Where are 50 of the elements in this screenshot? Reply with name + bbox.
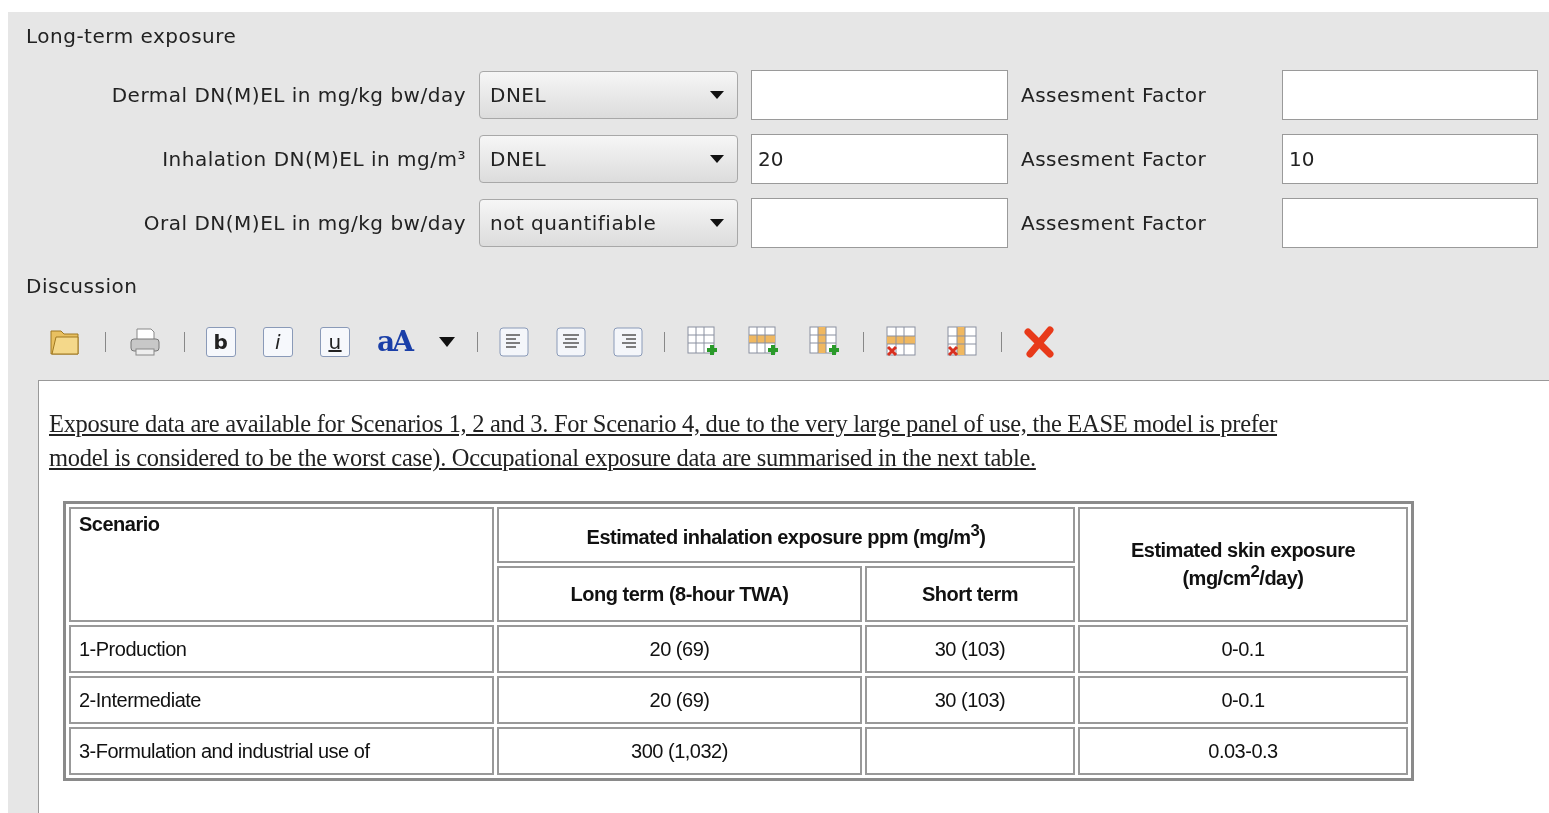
- dropdown[interactable]: DNEL: [479, 135, 738, 183]
- table-cell: 30 (103): [865, 625, 1075, 673]
- caret-icon[interactable]: [437, 336, 456, 348]
- paragraph-line: model is considered to be the worst case). Occupational exposure data are summarised in the next table.: [49, 443, 1037, 474]
- input-field[interactable]: [1282, 198, 1538, 248]
- paragraph-line: Exposure data are available for Scenarios 1, 2 and 3. For Scenario 4, due to the very large panel of use, the EASE model is prefer: [49, 409, 1279, 439]
- table-header: Short term: [865, 566, 1075, 622]
- table-cell: 300 (1,032): [497, 727, 862, 775]
- table-delete-icon[interactable]: [884, 325, 919, 359]
- align-icon[interactable]: [555, 327, 586, 357]
- dropdown[interactable]: DNEL: [479, 71, 738, 119]
- table-cell: 2-Intermediate: [69, 676, 494, 724]
- table-header: Scenario: [69, 507, 494, 622]
- table-cell: 0-0.1: [1078, 625, 1408, 673]
- input-field[interactable]: 20: [751, 134, 1008, 184]
- section-title: Discussion: [25, 273, 139, 300]
- field-label: Inhalation DN(M)EL in mg/m³: [161, 147, 466, 171]
- dropdown[interactable]: not quantifiable: [479, 199, 738, 247]
- printer-icon[interactable]: [127, 325, 163, 359]
- table-cell: 20 (69): [497, 625, 862, 673]
- field-label: Assesment Factor: [1021, 147, 1208, 171]
- table-cell: 30 (103): [865, 676, 1075, 724]
- table-cell: 0.03-0.3: [1078, 727, 1408, 775]
- input-field[interactable]: [751, 198, 1008, 248]
- font-button[interactable]: aA: [377, 328, 411, 356]
- field-label: Dermal DN(M)EL in mg/kg bw/day: [110, 83, 466, 107]
- table-cell: 0-0.1: [1078, 676, 1408, 724]
- table-header: Estimated skin exposure (mg/cm$^{2}$/day): [1078, 507, 1408, 622]
- caret-icon: [709, 154, 725, 164]
- table-header: Estimated inhalation exposure ppm (mg/m$^{3}$): [497, 507, 1075, 563]
- caret-icon: [709, 90, 725, 100]
- table-delete-icon[interactable]: [945, 325, 980, 359]
- table-cell: 1-Production: [69, 625, 494, 673]
- field-label: Assesment Factor: [1021, 83, 1208, 107]
- format-button[interactable]: i: [263, 327, 293, 357]
- table-cell: 3-Formulation and industrial use of: [69, 727, 494, 775]
- close-icon[interactable]: [1022, 325, 1057, 359]
- input-field[interactable]: [1282, 70, 1538, 120]
- input-field[interactable]: 10: [1282, 134, 1538, 184]
- field-label: Assesment Factor: [1021, 211, 1208, 235]
- field-label: Oral DN(M)EL in mg/kg bw/day: [142, 211, 466, 235]
- align-icon[interactable]: [498, 327, 529, 357]
- input-field[interactable]: [751, 70, 1008, 120]
- table-header: Long term (8-hour TWA): [497, 566, 862, 622]
- format-button[interactable]: b: [206, 327, 236, 357]
- align-icon[interactable]: [612, 327, 643, 357]
- table-cell: 20 (69): [497, 676, 862, 724]
- section-title: Long-term exposure: [25, 23, 238, 50]
- format-button[interactable]: u: [320, 327, 350, 357]
- caret-icon: [709, 218, 725, 228]
